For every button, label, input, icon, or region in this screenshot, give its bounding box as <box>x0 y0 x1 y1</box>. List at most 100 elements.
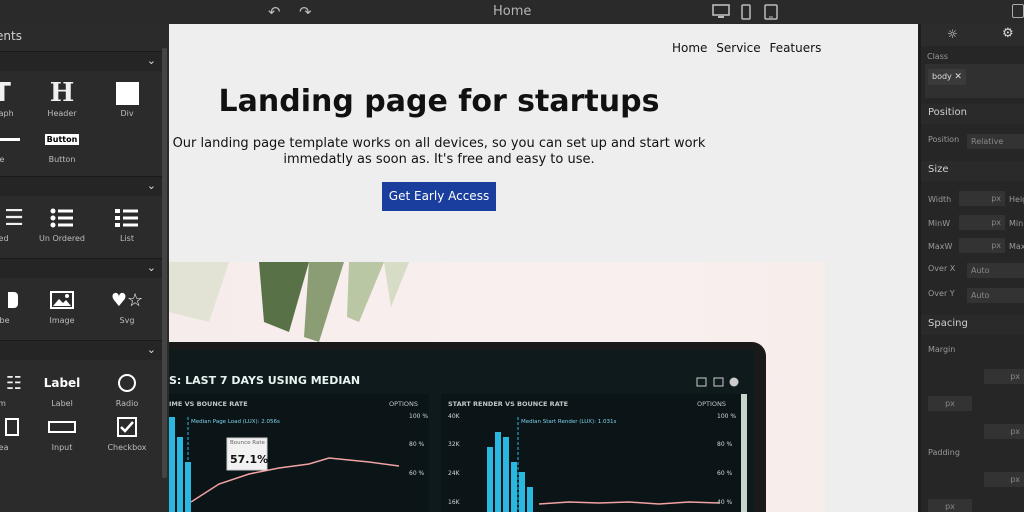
gear-icon[interactable]: ⚙ <box>1002 26 1014 41</box>
block-image[interactable]: Image <box>32 286 92 325</box>
close-icon[interactable]: ✕ <box>954 72 962 82</box>
maxw-label: MaxW <box>928 242 953 251</box>
get-early-access-button[interactable]: Get Early Access <box>382 182 496 211</box>
block-youtube[interactable]: ube <box>0 286 32 325</box>
block-label: rea <box>0 443 9 452</box>
svg-icon: ♥☆ <box>110 289 144 311</box>
radio-icon <box>97 369 157 397</box>
class-tag-body[interactable]: body ✕ <box>928 69 966 85</box>
unordered-list-icon <box>32 204 92 232</box>
block-label: Label <box>51 399 73 408</box>
palette-icon[interactable]: ☼ <box>947 27 958 41</box>
panel-tabs: ☼ ⚙ <box>921 24 1024 46</box>
section-size[interactable]: Size <box>921 161 1024 181</box>
position-select[interactable]: Relative <box>967 134 1024 149</box>
right-tick-100: 100 % <box>717 413 737 420</box>
class-tag-text: body <box>932 72 952 81</box>
hero-image: S: LAST 7 DAYS USING MEDIAN IME VS BOUNC… <box>169 262 825 512</box>
right-axis-24k: 24K <box>448 470 460 477</box>
padding-top-input[interactable]: px <box>984 472 1024 487</box>
minw-input[interactable]: px <box>959 215 1005 230</box>
panel-toggle-icon[interactable] <box>1012 4 1024 18</box>
nav-link-features[interactable]: Featuers <box>769 41 821 55</box>
desktop-icon[interactable] <box>712 4 730 20</box>
block-header[interactable]: H Header <box>32 78 92 118</box>
paragraph-icon: T <box>0 78 11 108</box>
mobile-icon[interactable] <box>741 4 751 20</box>
chevron-down-icon: ⌄ <box>146 343 156 356</box>
class-label: Class <box>927 52 949 61</box>
block-textarea[interactable]: rea <box>0 413 32 452</box>
margin-left-input[interactable]: px <box>928 396 972 411</box>
tablet-icon[interactable] <box>764 4 778 20</box>
nav-link-service[interactable]: Service <box>716 41 760 55</box>
block-label: Checkbox <box>107 443 147 452</box>
block-link[interactable]: e <box>0 125 32 164</box>
site-nav: Home Service Featuers <box>672 41 826 55</box>
right-tick-80: 80 % <box>717 441 733 448</box>
input-icon <box>32 413 92 441</box>
blocks-scrollbar[interactable] <box>162 48 167 478</box>
block-div[interactable]: Div <box>97 79 157 118</box>
blocks-panel-header: ents <box>0 24 169 48</box>
label-icon: Label <box>43 376 81 390</box>
margin-bottom-input[interactable]: px <box>984 424 1024 439</box>
block-svg[interactable]: ♥☆ Svg <box>97 286 157 326</box>
margin-top-input[interactable]: px <box>984 369 1024 384</box>
category-media[interactable]: ⌄ <box>0 258 162 278</box>
link-icon <box>0 125 32 153</box>
ordered-list-icon: ☰ <box>4 205 24 231</box>
block-label-element[interactable]: Label Label <box>32 369 92 408</box>
tooltip-label: Bounce Rate <box>230 440 265 446</box>
section-spacing[interactable]: Spacing <box>921 315 1024 335</box>
redo-icon[interactable]: ↷ <box>299 3 312 21</box>
block-form[interactable]: ☷ m <box>0 369 32 409</box>
block-input[interactable]: Input <box>32 413 92 452</box>
block-label: Un Ordered <box>38 234 86 243</box>
dashboard-left-title: IME VS BOUNCE RATE <box>169 400 248 408</box>
minh-label: Mini <box>1009 219 1024 228</box>
block-button[interactable]: Button Button <box>32 125 92 164</box>
block-radio[interactable]: Radio <box>97 369 157 408</box>
category-lists[interactable]: ⌄ <box>0 176 162 196</box>
block-label: Input <box>51 443 73 452</box>
block-list[interactable]: List <box>97 204 157 243</box>
section-position[interactable]: Position <box>921 104 1024 124</box>
category-forms[interactable]: ⌄ <box>0 340 162 360</box>
editor-canvas[interactable]: Home Service Featuers Landing page for s… <box>169 24 918 512</box>
block-ordered-list[interactable]: ☰ red <box>0 204 32 244</box>
left-tick-80: 80 % <box>409 441 425 448</box>
padding-left-input[interactable]: px <box>928 499 972 512</box>
nav-link-home[interactable]: Home <box>672 41 707 55</box>
dashboard-heading: S: LAST 7 DAYS USING MEDIAN <box>169 374 361 387</box>
youtube-icon <box>0 286 32 314</box>
button-icon: Button <box>44 133 80 145</box>
dashboard-left-note: Median Page Load (LUX): 2.056s <box>191 419 280 425</box>
block-label: red <box>0 234 9 243</box>
minw-label: MinW <box>928 219 951 228</box>
dashboard-right-title: START RENDER VS BOUNCE RATE <box>448 400 569 408</box>
tooltip-value: 57.1% <box>230 453 269 466</box>
right-tick-40: 40 % <box>717 499 733 506</box>
height-label: Heig <box>1009 195 1024 204</box>
textarea-icon <box>0 413 32 441</box>
block-paragraph[interactable]: T graph <box>0 78 32 118</box>
undo-icon[interactable]: ↶ <box>268 3 281 21</box>
hero-title: Landing page for startups <box>218 84 660 119</box>
margin-label: Margin <box>928 345 956 354</box>
width-label: Width <box>928 195 952 204</box>
overflow-x-label: Over X <box>928 264 956 273</box>
overflow-y-select[interactable]: Auto <box>967 288 1024 303</box>
category-basic[interactable]: ⌄ <box>0 51 162 71</box>
maxw-input[interactable]: px <box>959 238 1005 253</box>
form-icon: ☷ <box>5 372 23 394</box>
dashboard-right-note: Median Start Render (LUX): 1.031s <box>521 419 617 425</box>
block-label: Svg <box>119 316 135 325</box>
block-unordered-list[interactable]: Un Ordered <box>32 204 92 243</box>
dashboard-right-options: OPTIONS <box>697 400 727 408</box>
overflow-x-select[interactable]: Auto <box>967 263 1024 278</box>
left-tick-60: 60 % <box>409 470 425 477</box>
width-input[interactable]: px <box>959 191 1005 206</box>
maxh-label: Max <box>1009 242 1024 251</box>
block-checkbox[interactable]: Checkbox <box>97 413 157 452</box>
